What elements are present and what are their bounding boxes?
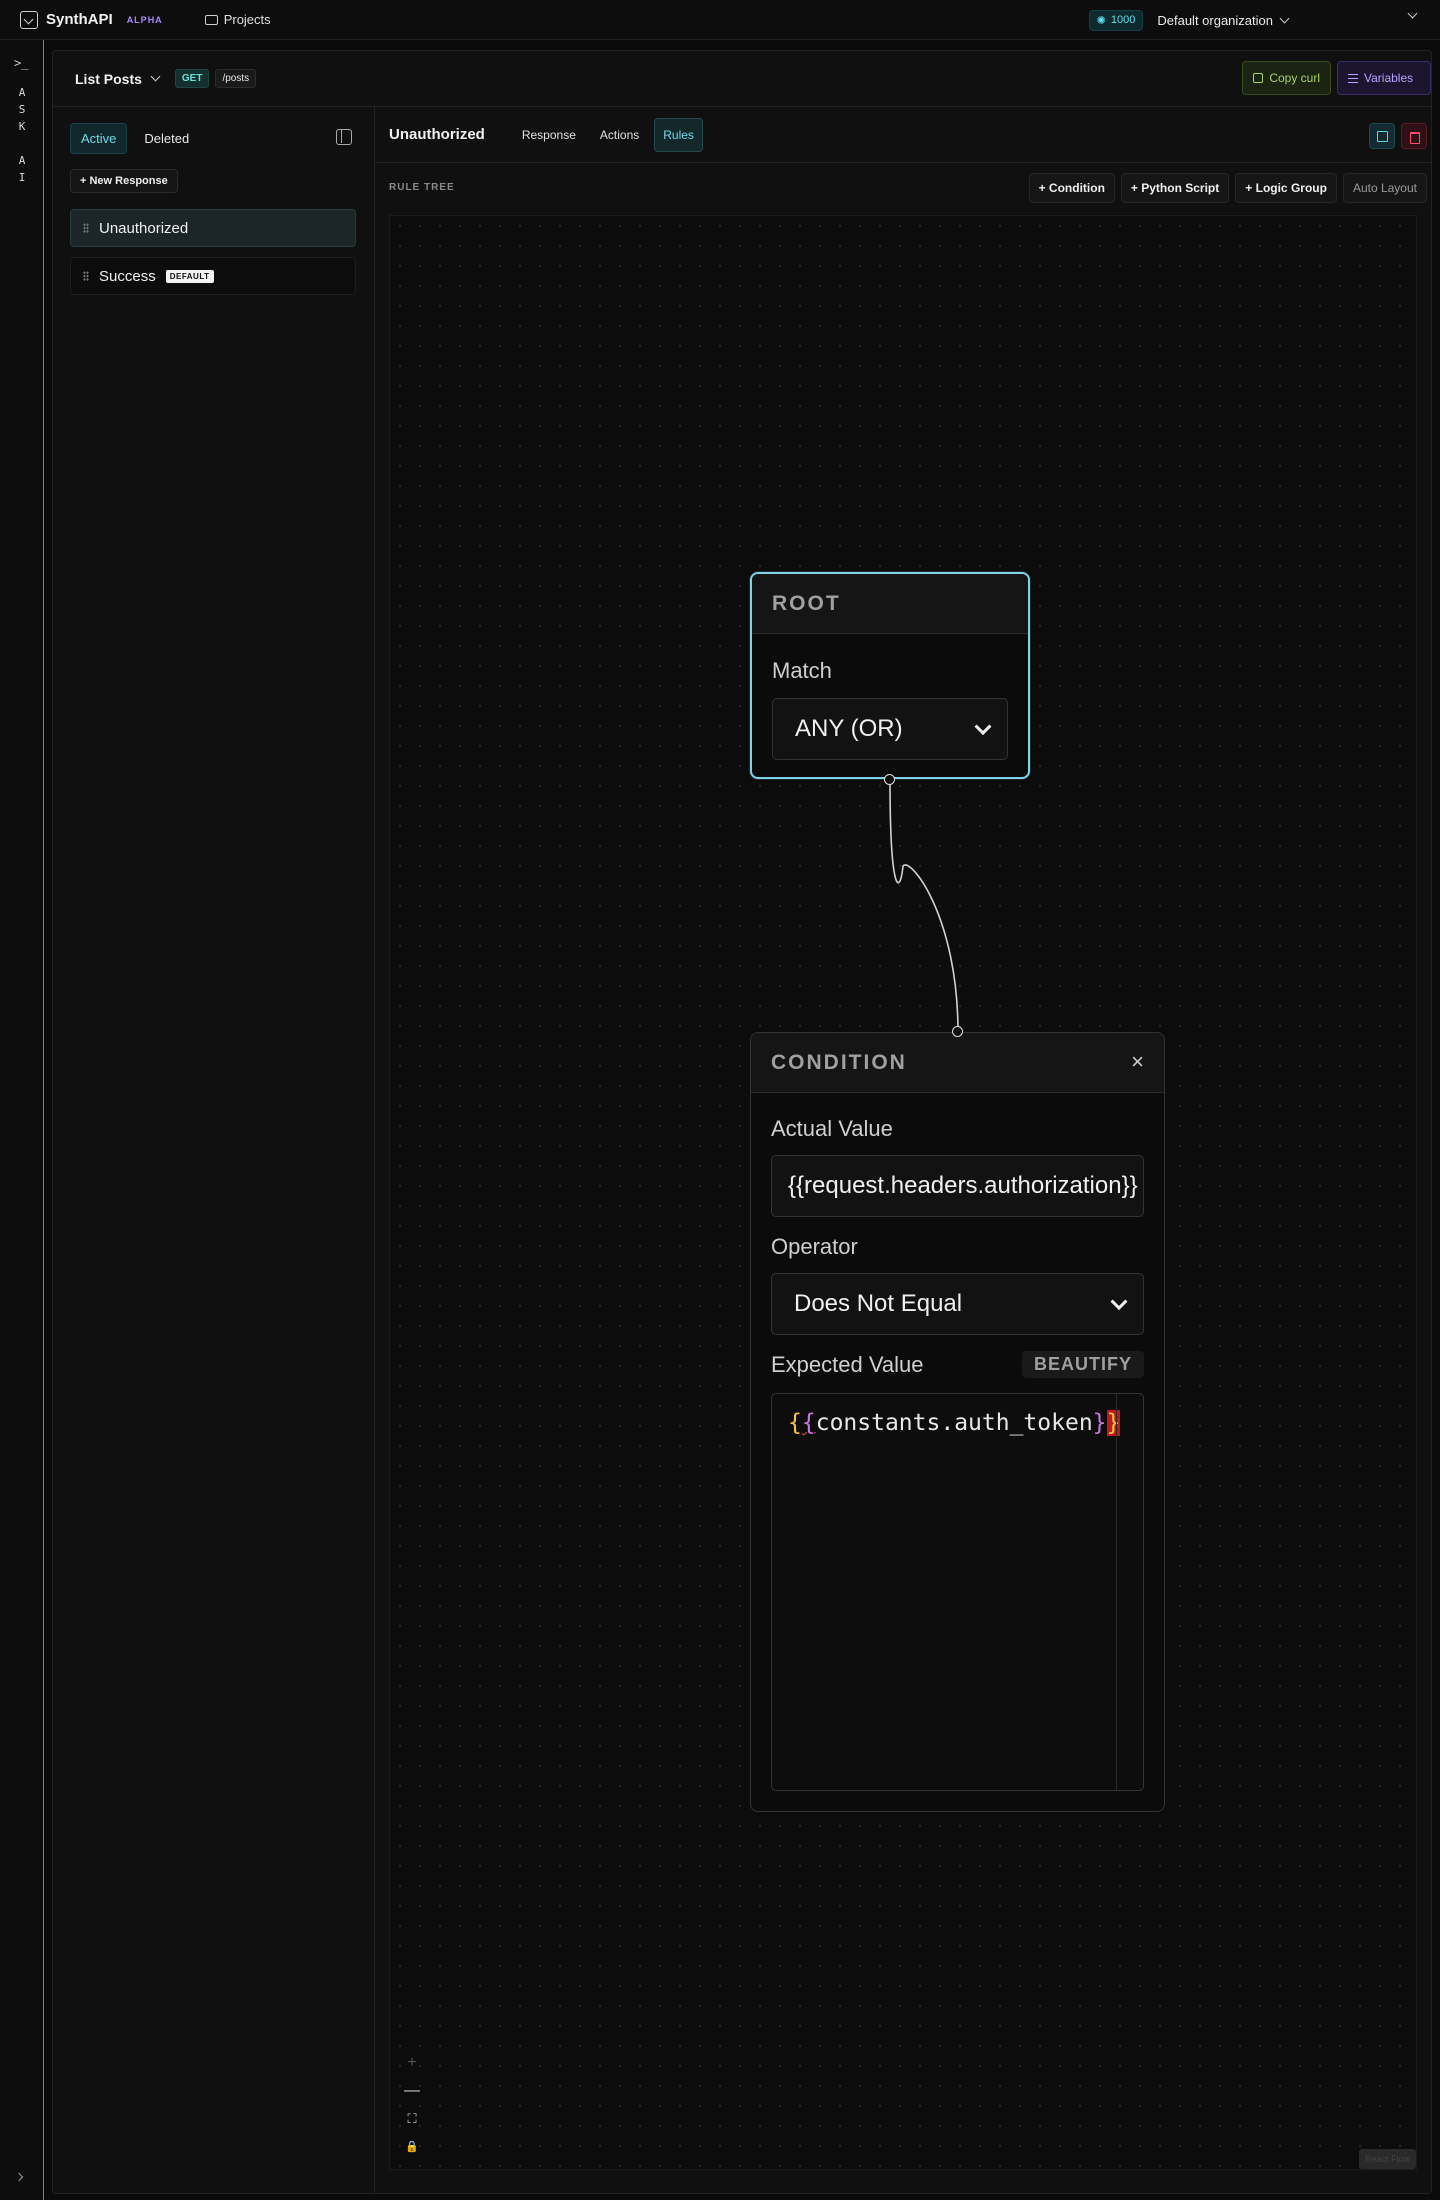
match-select[interactable]: ANY (OR) (772, 698, 1008, 760)
root-node-header: ROOT (752, 574, 1028, 634)
drag-handle-icon[interactable] (83, 223, 89, 233)
organization-selector[interactable]: Default organization (1157, 12, 1290, 28)
tab-actions[interactable]: Actions (591, 118, 648, 152)
new-response-button[interactable]: + New Response (70, 169, 178, 193)
add-python-script-button[interactable]: + Python Script (1120, 173, 1230, 203)
credits-count: 1000 (1110, 14, 1136, 26)
endpoint-selector[interactable]: List Posts (75, 70, 161, 87)
zoom-in-icon[interactable]: + (402, 2053, 422, 2073)
response-header: Unauthorized Response Actions Rules (375, 107, 1431, 163)
filter-deleted[interactable]: Deleted (133, 123, 200, 154)
operator-label: Operator (771, 1234, 858, 1259)
response-title: Unauthorized (389, 126, 485, 143)
close-icon[interactable]: × (1131, 1051, 1144, 1073)
brace-close-outer-error: } (1106, 1410, 1121, 1436)
rule-tree-toolbar: + Condition + Python Script + Logic Grou… (1028, 173, 1427, 203)
terminal-icon[interactable]: >_ (14, 56, 28, 70)
collapse-sidebar-icon[interactable] (336, 129, 352, 145)
brace-close-inner: } (1092, 1410, 1107, 1436)
response-editor: Unauthorized Response Actions Rules RULE… (375, 107, 1431, 2193)
condition-target-handle[interactable] (952, 1026, 963, 1037)
root-node[interactable]: ROOT Match ANY (OR) (750, 572, 1030, 779)
workspace: List Posts GET /posts Copy curl Variable… (52, 50, 1432, 2194)
add-condition-button[interactable]: + Condition (1028, 173, 1115, 203)
condition-node-title: CONDITION (771, 1050, 907, 1074)
beautify-button[interactable]: BEAUTIFY (1022, 1351, 1144, 1378)
variables-label: Variables (1364, 71, 1414, 85)
sliders-icon (1348, 73, 1358, 83)
default-badge: DEFAULT (165, 269, 214, 283)
copy-icon (1253, 73, 1264, 83)
match-label: Match (772, 658, 832, 683)
brace-open-inner: { (801, 1410, 816, 1436)
condition-node[interactable]: CONDITION × Actual Value {{request.heade… (750, 1032, 1165, 1812)
expected-value-label: Expected Value (771, 1352, 924, 1377)
chevron-down-icon (1279, 13, 1290, 23)
method-badge: GET (174, 69, 210, 88)
variables-button[interactable]: Variables (1337, 61, 1431, 95)
editor-scrollbar[interactable] (1116, 1394, 1117, 1790)
response-name: Unauthorized (99, 219, 189, 237)
response-item-success[interactable]: Success DEFAULT (70, 257, 356, 295)
tab-rules[interactable]: Rules (654, 117, 703, 152)
chevron-down-icon (1110, 1293, 1128, 1311)
app-name: SynthAPI (46, 11, 113, 28)
root-to-condition-edge (889, 778, 959, 1033)
rule-tree-canvas[interactable]: ROOT Match ANY (OR) CONDITION × Actual V… (389, 215, 1417, 2170)
zoom-out-icon[interactable]: — (402, 2081, 422, 2101)
copy-curl-button[interactable]: Copy curl (1242, 61, 1331, 95)
rule-tree-label: RULE TREE (389, 182, 455, 193)
root-node-title: ROOT (772, 591, 841, 615)
operator-value: Does Not Equal (794, 1290, 963, 1317)
brand[interactable]: SynthAPI ALPHA (20, 10, 163, 29)
folder-icon (204, 14, 218, 25)
operator-select[interactable]: Does Not Equal (771, 1273, 1144, 1335)
endpoint-header: List Posts GET /posts Copy curl Variable… (53, 51, 1431, 107)
add-logic-group-button[interactable]: + Logic Group (1235, 173, 1337, 203)
sparkle-icon: ✺ (1096, 14, 1106, 27)
lock-icon[interactable]: 🔒 (402, 2137, 422, 2157)
filter-active[interactable]: Active (70, 123, 128, 154)
brace-open-outer: { (788, 1410, 802, 1436)
root-source-handle[interactable] (884, 774, 895, 785)
response-filter: Active Deleted (70, 123, 200, 154)
tab-response[interactable]: Response (513, 118, 585, 152)
copy-curl-label: Copy curl (1269, 71, 1320, 85)
top-bar: SynthAPI ALPHA Projects ✺ 1000 Default o… (0, 0, 1440, 40)
path-badge: /posts (215, 69, 257, 88)
projects-label: Projects (223, 12, 271, 27)
response-tabs: Response Actions Rules (513, 117, 703, 152)
ask-ai-button[interactable]: ASKAI (17, 84, 27, 186)
expected-value-editor[interactable]: {{constants.auth_token}} (771, 1393, 1144, 1791)
ask-ai-rail: >_ ASKAI (0, 40, 44, 2200)
expected-value-text: constants.auth_token (815, 1410, 1093, 1436)
actual-value-input[interactable]: {{request.headers.authorization}} (771, 1155, 1144, 1217)
fit-view-icon[interactable]: ⛶ (402, 2109, 422, 2129)
projects-link[interactable]: Projects (204, 12, 271, 27)
drag-handle-icon[interactable] (83, 271, 89, 281)
expected-value-code: {{constants.auth_token}} (788, 1410, 1121, 1436)
response-name: Success (99, 267, 156, 285)
chevron-down-icon (150, 71, 161, 82)
condition-node-header: CONDITION (751, 1033, 1164, 1093)
actual-value-label: Actual Value (771, 1116, 893, 1141)
save-icon[interactable] (1369, 123, 1395, 149)
response-item-unauthorized[interactable]: Unauthorized (70, 209, 356, 247)
match-value: ANY (OR) (795, 715, 903, 742)
auto-layout-button[interactable]: Auto Layout (1342, 173, 1427, 203)
credits-badge[interactable]: ✺ 1000 (1088, 9, 1144, 31)
synthapi-logo-icon (20, 10, 38, 29)
canvas-controls: + — ⛶ 🔒 (400, 2053, 424, 2157)
trash-icon[interactable] (1401, 123, 1427, 149)
alpha-badge: ALPHA (126, 14, 163, 25)
chevron-down-icon (974, 718, 992, 736)
organization-name: Default organization (1157, 12, 1273, 28)
expand-rail-icon[interactable] (14, 2172, 24, 2182)
responses-sidebar: Active Deleted + New Response Unauthoriz… (53, 107, 375, 2193)
react-flow-attribution[interactable]: React Flow (1358, 2149, 1416, 2169)
endpoint-name: List Posts (75, 70, 142, 87)
